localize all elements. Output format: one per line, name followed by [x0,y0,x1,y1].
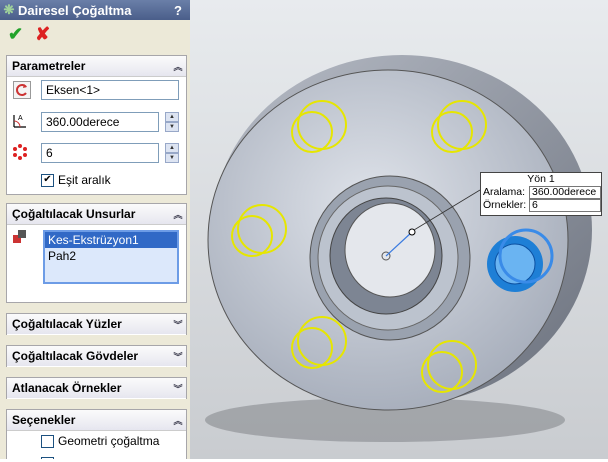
options-header-label: Seçenekler [12,413,76,427]
features-icon [13,230,26,243]
chevron-down-icon[interactable]: ︾ [170,318,186,331]
callout-title: Yön 1 [527,173,555,185]
instances-spinner[interactable]: ▲ ▼ [165,143,179,163]
bodies-header[interactable]: Çoğaltılacak Gövdeler ︾ [7,346,186,366]
geometry-pattern-checkbox[interactable]: Geometri çoğaltma [41,434,160,449]
checkbox-unchecked-icon[interactable] [41,435,54,449]
instances-label: Örnekler: [483,199,527,211]
instances-value[interactable]: 6 [529,199,601,212]
list-item[interactable]: Pah2 [45,248,177,264]
skip-instances-header-label: Atlanacak Örnekler [12,381,122,395]
list-item[interactable]: Kes-Ekstrüzyon1 [45,232,177,248]
features-header[interactable]: Çoğaltılacak Unsurlar ︽ [7,204,186,225]
instances-field[interactable]: 6 [41,143,159,163]
spin-down-icon[interactable]: ▼ [165,153,179,163]
geometry-pattern-label: Geometri çoğaltma [58,434,160,448]
bodies-header-label: Çoğaltılacak Gövdeler [12,349,139,363]
spacing-value[interactable]: 360.00derece [529,186,601,199]
panel-title: Dairesel Çoğaltma [18,2,132,18]
parameters-group: Parametreler ︽ Eksen<1> A 360.00derece ▲… [6,55,187,195]
property-manager-panel: ❋ Dairesel Çoğaltma ? ✔ ✘ Parametreler ︽… [0,0,191,459]
circular-pattern-icon: ❋ [3,2,15,17]
ok-cancel-bar: ✔ ✘ [0,20,190,48]
chevron-down-icon[interactable]: ︾ [170,350,186,363]
angle-icon: A [13,115,26,128]
graphics-area[interactable] [190,0,608,459]
chevron-up-icon[interactable]: ︽ [170,208,186,221]
ok-button[interactable]: ✔ [8,24,23,45]
pattern-callout: Yön 1 Aralama: 360.00derece Örnekler: 6 [480,172,602,216]
spin-up-icon[interactable]: ▲ [165,143,179,153]
svg-text:A: A [18,115,23,122]
spacing-label: Aralama: [483,186,526,198]
chevron-up-icon[interactable]: ︽ [170,414,186,427]
skip-instances-header[interactable]: Atlanacak Örnekler ︾ [7,378,186,398]
faces-header-label: Çoğaltılacak Yüzler [12,317,122,331]
instances-icon [13,144,27,160]
panel-titlebar: ❋ Dairesel Çoğaltma ? [0,0,190,20]
parameters-header-label: Parametreler [12,59,86,73]
axis-field[interactable]: Eksen<1> [41,80,179,100]
model-view[interactable] [190,0,608,459]
skip-instances-group: Atlanacak Örnekler ︾ [6,377,187,399]
features-list[interactable]: Kes-Ekstrüzyon1 Pah2 [43,230,179,284]
cancel-button[interactable]: ✘ [35,24,50,45]
spin-down-icon[interactable]: ▼ [165,122,179,132]
chevron-up-icon[interactable]: ︽ [170,60,186,73]
bodies-group: Çoğaltılacak Gövdeler ︾ [6,345,187,367]
spin-up-icon[interactable]: ▲ [165,112,179,122]
features-group: Çoğaltılacak Unsurlar ︽ Kes-Ekstrüzyon1 … [6,203,187,303]
features-header-label: Çoğaltılacak Unsurlar [12,207,136,221]
checkbox-checked-icon[interactable]: ✔ [41,174,54,188]
faces-header[interactable]: Çoğaltılacak Yüzler ︾ [7,314,186,334]
equal-spacing-checkbox[interactable]: ✔ Eşit aralık [41,173,111,188]
options-header[interactable]: Seçenekler ︽ [7,410,186,431]
faces-group: Çoğaltılacak Yüzler ︾ [6,313,187,335]
chevron-down-icon[interactable]: ︾ [170,382,186,395]
help-button[interactable]: ? [170,3,186,18]
parameters-header[interactable]: Parametreler ︽ [7,56,186,77]
equal-spacing-label: Eşit aralık [58,173,111,187]
angle-spinner[interactable]: ▲ ▼ [165,112,179,132]
reverse-direction-icon[interactable] [13,81,31,99]
bore [344,202,436,298]
options-group: Seçenekler ︽ Geometri çoğaltma [6,409,187,459]
angle-field[interactable]: 360.00derece [41,112,159,132]
